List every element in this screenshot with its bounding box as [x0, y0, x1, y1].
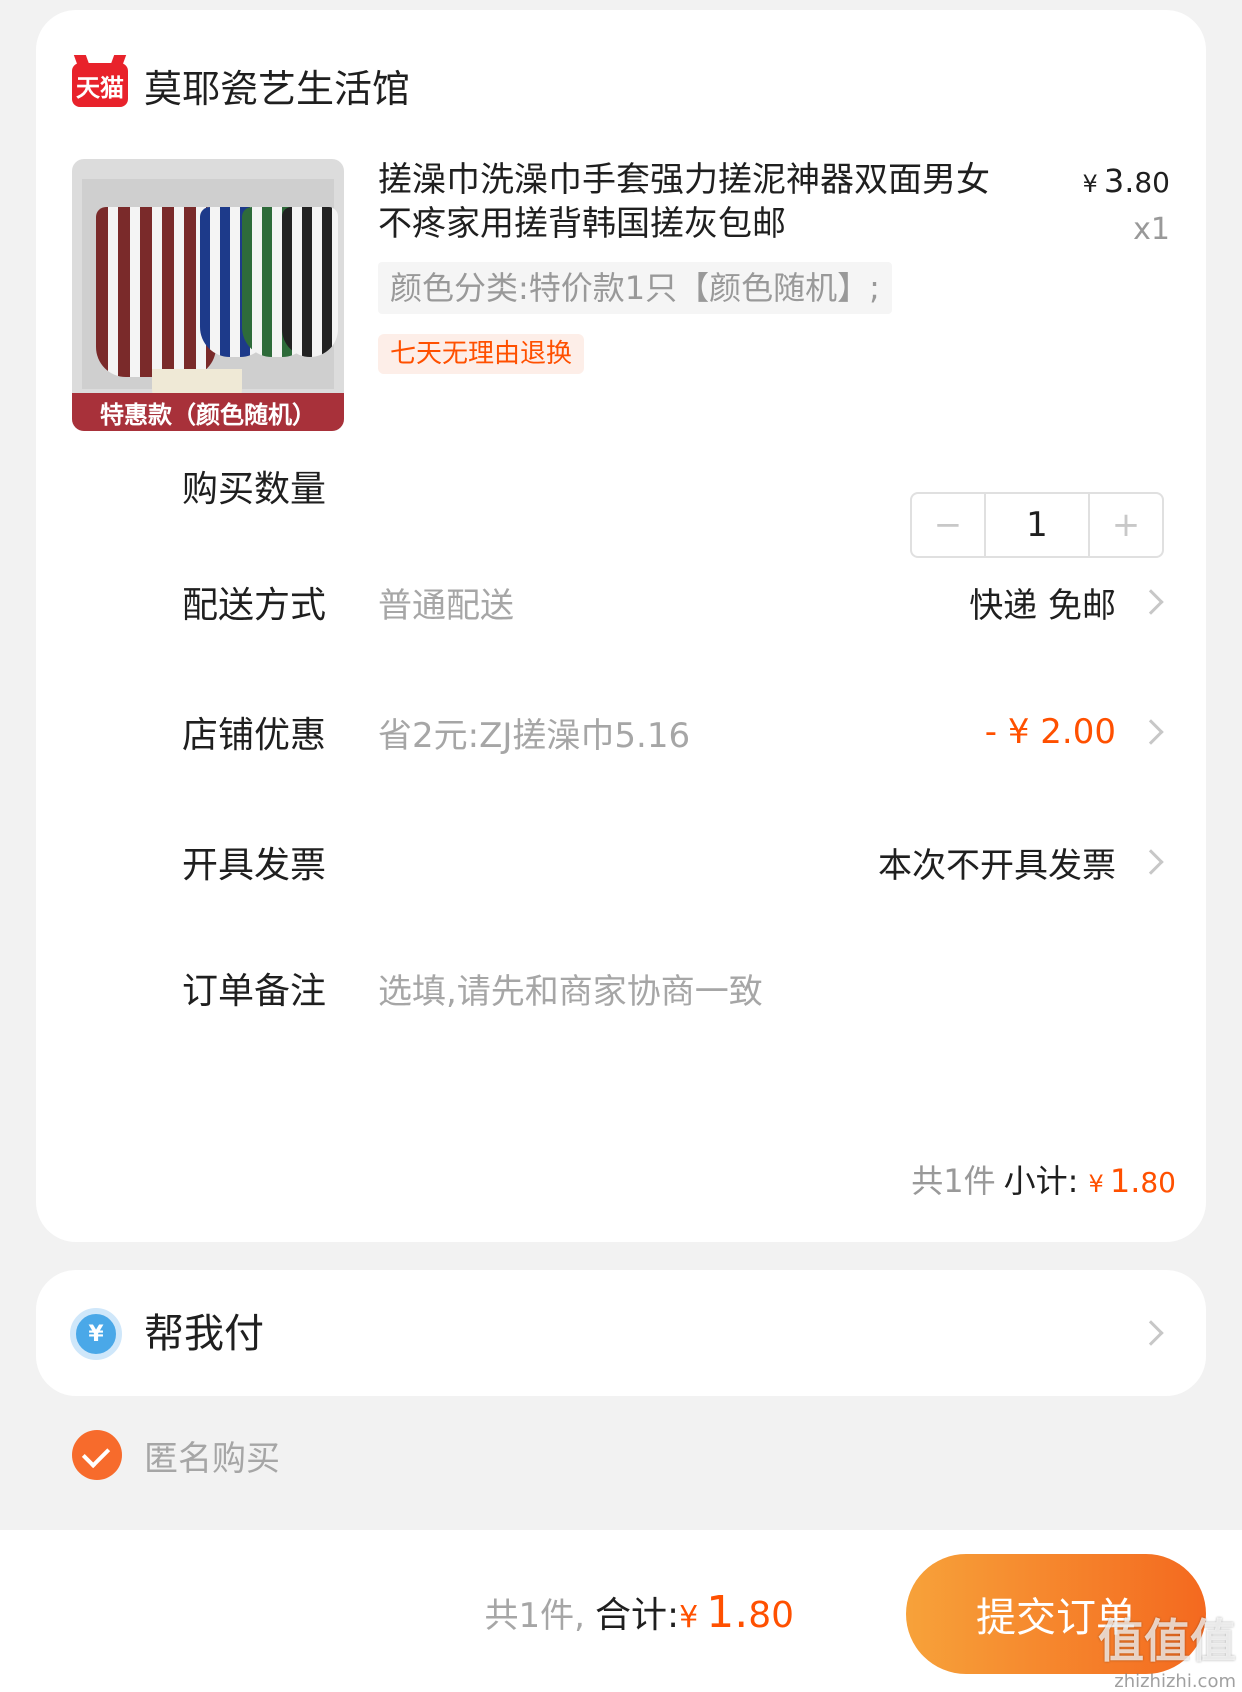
pay-for-me-row[interactable]: ¥ 帮我付 [36, 1270, 1206, 1396]
coupon-label: 店铺优惠 [182, 715, 327, 756]
watermark-text: 值值值 [1098, 1614, 1236, 1668]
chevron-right-icon [1138, 1320, 1164, 1346]
price-currency: ¥ [1082, 170, 1098, 198]
note-row: 订单备注 选填,请先和商家协商一致 [36, 948, 1206, 1028]
total-decimal: 80 [748, 1595, 794, 1636]
thumbnail-banner: 特惠款（颜色随机） [72, 393, 344, 431]
total-integer: 1. [706, 1587, 749, 1638]
pay-for-me-label: 帮我付 [144, 1311, 264, 1357]
watermark: 值值值 zhizhizhi.com [1098, 1605, 1236, 1692]
delivery-row[interactable]: 配送方式 普通配送 快递 免邮 [36, 562, 1206, 642]
product-quantity: x1 [1133, 212, 1170, 247]
coupon-row[interactable]: 店铺优惠 省2元:ZJ搓澡巾5.16 - ¥ 2.00 [36, 692, 1206, 772]
subtotal-amount: ¥1.80 [1089, 1162, 1176, 1200]
checkmark-icon[interactable] [72, 1430, 122, 1480]
thumbnail-image [82, 179, 338, 409]
decrease-button[interactable]: − [912, 494, 984, 556]
chevron-right-icon [1138, 849, 1164, 875]
product-title[interactable]: 搓澡巾洗澡巾手套强力搓泥神器双面男女不疼家用搓背韩国搓灰包邮 [378, 158, 1018, 246]
checkout-bar: 共1件, 合计: ¥1.80 提交订单 值值值 zhizhizhi.com [0, 1530, 1242, 1692]
shop-name[interactable]: 莫耶瓷艺生活馆 [144, 58, 410, 113]
delivery-value: 快递 免邮 [969, 585, 1116, 626]
price-decimal: 80 [1134, 166, 1170, 199]
chevron-right-icon [1138, 719, 1164, 745]
product-price: ¥3.80 [1083, 162, 1170, 200]
increase-button[interactable]: + [1090, 494, 1162, 556]
invoice-value: 本次不开具发票 [878, 845, 1116, 886]
delivery-label: 配送方式 [182, 585, 327, 626]
order-card: 天猫 莫耶瓷艺生活馆 特惠款（颜色随机） 搓澡巾洗澡巾手套强力搓泥神器双面男女不… [36, 10, 1206, 1242]
price-integer: 3. [1103, 162, 1135, 200]
total-currency: ¥ [679, 1600, 699, 1635]
note-label: 订单备注 [182, 971, 327, 1012]
coupon-discount: - ¥ 2.00 [984, 712, 1116, 752]
product-thumbnail[interactable]: 特惠款（颜色随机） [72, 159, 344, 431]
coupon-description: 省2元:ZJ搓澡巾5.16 [378, 715, 691, 756]
anonymous-purchase[interactable]: 匿名购买 [72, 1430, 280, 1480]
tmall-logo: 天猫 [72, 63, 128, 107]
quantity-stepper[interactable]: − 1 + [910, 492, 1164, 558]
subtotal-integer: 1. [1109, 1162, 1141, 1200]
quantity-label: 购买数量 [182, 469, 327, 510]
total-count: 共1件, [484, 1596, 585, 1636]
shop-header[interactable]: 天猫 莫耶瓷艺生活馆 [72, 52, 410, 118]
watermark-url: zhizhizhi.com [1114, 1671, 1236, 1692]
return-policy-tag: 七天无理由退换 [378, 334, 585, 374]
chevron-right-icon [1138, 589, 1164, 615]
order-total: 共1件, 合计: ¥1.80 [485, 1586, 794, 1638]
anonymous-label: 匿名购买 [144, 1438, 280, 1479]
sku-tag[interactable]: 颜色分类:特价款1只【颜色随机】; [378, 262, 892, 314]
glove-graphic [282, 207, 338, 357]
subtotal-currency: ¥ [1088, 1170, 1104, 1198]
order-note-field[interactable]: 选填,请先和商家协商一致 [378, 964, 763, 1013]
invoice-row[interactable]: 开具发票 本次不开具发票 [36, 822, 1206, 902]
invoice-label: 开具发票 [182, 845, 327, 886]
subtotal-label: 小计: [1003, 1162, 1079, 1200]
quantity-input[interactable]: 1 [984, 494, 1090, 556]
subtotal-decimal: 80 [1140, 1166, 1176, 1199]
subtotal: 共1件 小计: ¥1.80 [911, 1156, 1176, 1202]
total-label: 合计: [594, 1595, 680, 1636]
subtotal-count: 共1件 [911, 1162, 996, 1200]
yen-coin-icon: ¥ [70, 1308, 122, 1360]
total-amount: ¥1.80 [679, 1587, 794, 1638]
delivery-method: 普通配送 [378, 585, 514, 626]
glove-graphic [96, 207, 216, 377]
